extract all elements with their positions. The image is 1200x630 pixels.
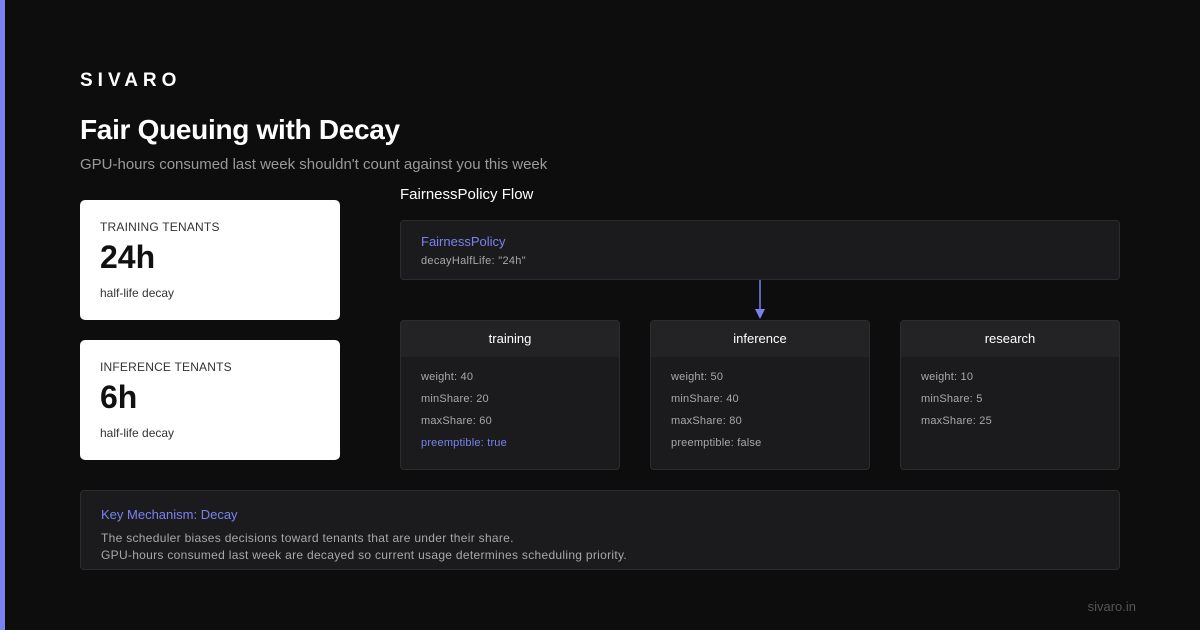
policy-node: FairnessPolicy decayHalfLife: "24h" [400,220,1120,280]
tenant-max-share: maxShare: 25 [921,415,992,427]
stat-description: half-life decay [100,426,175,440]
tenant-max-share: maxShare: 60 [421,415,492,427]
tenant-weight: weight: 40 [421,371,474,383]
tenant-max-share: maxShare: 80 [671,415,742,427]
accent-bar [0,0,5,630]
tenant-name: research [901,321,1119,357]
policy-name: FairnessPolicy [421,234,506,249]
mechanism-line: The scheduler biases decisions toward te… [101,531,514,545]
stat-value: 24h [100,239,156,275]
stat-value: 6h [100,379,138,415]
tenant-min-share: minShare: 40 [671,393,739,405]
stat-card-inference: INFERENCE TENANTS 6h half-life decay [80,340,340,460]
mechanism-callout: Key Mechanism: Decay The scheduler biase… [80,490,1120,570]
arrow-down-icon [755,309,765,319]
tenant-name: training [401,321,619,357]
policy-detail: decayHalfLife: "24h" [421,255,526,267]
tenant-preemptible: preemptible: false [671,437,762,449]
stat-description: half-life decay [100,286,175,300]
page-title: Fair Queuing with Decay [80,114,400,145]
flow-title: FairnessPolicy Flow [400,186,534,203]
tenant-weight: weight: 10 [921,371,974,383]
flow-connector [755,280,765,319]
stat-card-training: TRAINING TENANTS 24h half-life decay [80,200,340,320]
tenant-preemptible: preemptible: true [421,437,507,449]
tenant-min-share: minShare: 5 [921,393,983,405]
tenant-node-inference: inference weight: 50 minShare: 40 maxSha… [650,320,870,470]
brand-logo: SIVARO [80,70,182,91]
stat-label: TRAINING TENANTS [100,220,220,234]
page-subtitle: GPU-hours consumed last week shouldn't c… [80,156,548,173]
tenant-node-training: training weight: 40 minShare: 20 maxShar… [400,320,620,470]
tenant-node-research: research weight: 10 minShare: 5 maxShare… [900,320,1120,470]
tenant-name: inference [651,321,869,357]
mechanism-title: Key Mechanism: Decay [101,507,238,522]
footer-url: sivaro.in [1087,599,1136,614]
tenant-weight: weight: 50 [671,371,724,383]
stat-label: INFERENCE TENANTS [100,360,232,374]
tenant-min-share: minShare: 20 [421,393,489,405]
mechanism-line: GPU-hours consumed last week are decayed… [101,548,628,562]
